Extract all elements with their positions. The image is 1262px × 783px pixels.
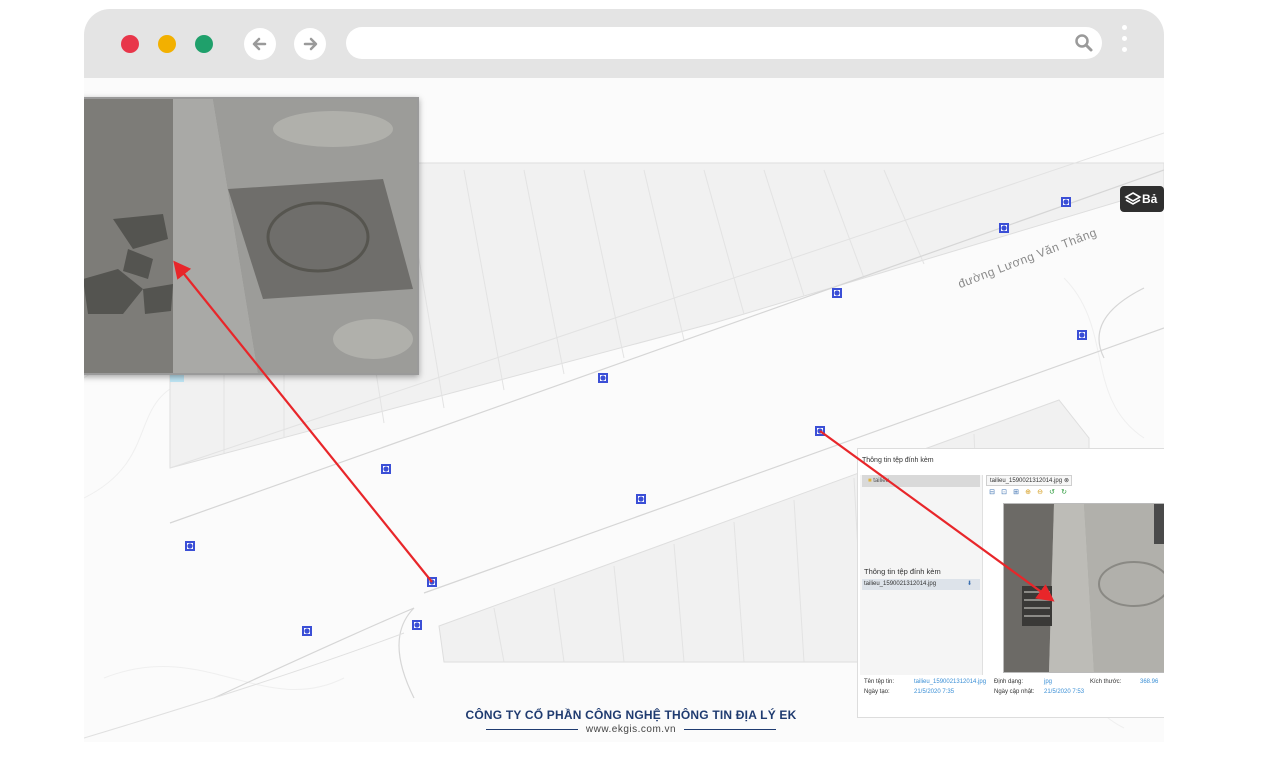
sidewalk-photo bbox=[84, 99, 417, 373]
map-viewport[interactable]: đường Lương Văn Thăng Bả Thông tin tệp đ… bbox=[84, 78, 1164, 742]
label-file-name: Tên tệp tin: bbox=[864, 679, 895, 685]
panel-title: Thông tin tệp đính kèm bbox=[862, 457, 934, 464]
manhole-marker-icon[interactable] bbox=[815, 426, 825, 436]
website-link[interactable]: www.ekgis.com.vn bbox=[586, 724, 676, 735]
value-size: 368.96 bbox=[1140, 679, 1159, 685]
layers-button-label: Bả bbox=[1142, 192, 1158, 206]
attachment-photo bbox=[1003, 503, 1164, 673]
rotate-right-icon[interactable]: ↻ bbox=[1060, 489, 1068, 497]
search-icon bbox=[1075, 34, 1093, 52]
divider-right bbox=[684, 729, 777, 730]
manhole-marker-icon[interactable] bbox=[636, 494, 646, 504]
label-format: Định dạng: bbox=[994, 679, 1024, 685]
value-created: 21/5/2020 7:35 bbox=[914, 689, 955, 695]
file-list-item[interactable]: tailieu_1590021312014.jpg ⬇ bbox=[862, 579, 980, 590]
manhole-marker-icon[interactable] bbox=[302, 626, 312, 636]
manhole-marker-icon[interactable] bbox=[598, 373, 608, 383]
tab-file-label: tailieu_1590021312014.jpg bbox=[990, 478, 1063, 484]
file-list-item-name: tailieu_1590021312014.jpg bbox=[864, 581, 937, 587]
zoom-in-icon[interactable]: ⊕ bbox=[1024, 489, 1032, 497]
manhole-marker-icon[interactable] bbox=[427, 577, 437, 587]
kebab-menu-icon[interactable] bbox=[1120, 25, 1128, 61]
arrow-right-icon bbox=[303, 37, 318, 51]
forward-button[interactable] bbox=[294, 28, 326, 60]
manhole-marker-icon[interactable] bbox=[832, 288, 842, 298]
layers-button[interactable]: Bả bbox=[1120, 186, 1164, 212]
download-icon[interactable]: ⬇ bbox=[967, 579, 972, 590]
photo-inset bbox=[84, 97, 419, 375]
value-format: jpg bbox=[1044, 679, 1053, 685]
website-row: www.ekgis.com.vn bbox=[0, 724, 1262, 735]
fullscreen-icon[interactable]: ⊞ bbox=[1012, 489, 1020, 497]
browser-chrome bbox=[84, 9, 1164, 78]
manhole-marker-icon[interactable] bbox=[1077, 330, 1087, 340]
manhole-marker-icon[interactable] bbox=[999, 223, 1009, 233]
manhole-marker-icon[interactable] bbox=[185, 541, 195, 551]
manhole-marker-icon[interactable] bbox=[412, 620, 422, 630]
gutter-photo bbox=[1004, 504, 1164, 672]
value-file-name: tailieu_1590021312014.jpg bbox=[914, 679, 987, 685]
panel-sidebar: ■ tailieu Thông tin tệp đính kèm tailieu… bbox=[860, 475, 983, 675]
manhole-marker-icon[interactable] bbox=[381, 464, 391, 474]
label-created: Ngày tạo: bbox=[864, 689, 890, 695]
tree-item-folder[interactable]: ■ tailieu bbox=[862, 475, 980, 487]
zoom-out-icon[interactable]: ⊖ bbox=[1036, 489, 1044, 497]
address-bar[interactable] bbox=[346, 27, 1102, 59]
arrow-left-icon bbox=[252, 37, 267, 51]
actual-size-icon[interactable]: ⊡ bbox=[1000, 489, 1008, 497]
rotate-left-icon[interactable]: ↺ bbox=[1048, 489, 1056, 497]
search-button[interactable] bbox=[1072, 31, 1096, 55]
minimize-dot[interactable] bbox=[158, 35, 176, 53]
value-updated: 21/5/2020 7:53 bbox=[1044, 689, 1085, 695]
label-updated: Ngày cập nhật: bbox=[994, 689, 1035, 695]
tree-item-label: tailieu bbox=[873, 478, 889, 484]
sidebar-title: Thông tin tệp đính kèm bbox=[864, 567, 941, 576]
manhole-marker-icon[interactable] bbox=[1061, 197, 1071, 207]
viewer-toolbar: ⊟ ⊡ ⊞ ⊕ ⊖ ↺ ↻ bbox=[988, 489, 1068, 499]
layers-icon bbox=[1124, 192, 1142, 205]
maximize-dot[interactable] bbox=[195, 35, 213, 53]
back-button[interactable] bbox=[244, 28, 276, 60]
close-dot[interactable] bbox=[121, 35, 139, 53]
folder-icon: ■ bbox=[868, 478, 872, 484]
attachment-panel: Thông tin tệp đính kèm ■ tailieu Thông t… bbox=[857, 448, 1164, 718]
divider-left bbox=[485, 729, 578, 730]
label-size: Kích thước: bbox=[1090, 679, 1122, 685]
close-tab-icon[interactable]: ⊗ bbox=[1064, 476, 1069, 485]
company-name: CÔNG TY CỔ PHẦN CÔNG NGHỆ THÔNG TIN ĐỊA … bbox=[465, 708, 797, 722]
tab-file[interactable]: tailieu_1590021312014.jpg ⊗ bbox=[986, 475, 1072, 486]
fit-icon[interactable]: ⊟ bbox=[988, 489, 996, 497]
